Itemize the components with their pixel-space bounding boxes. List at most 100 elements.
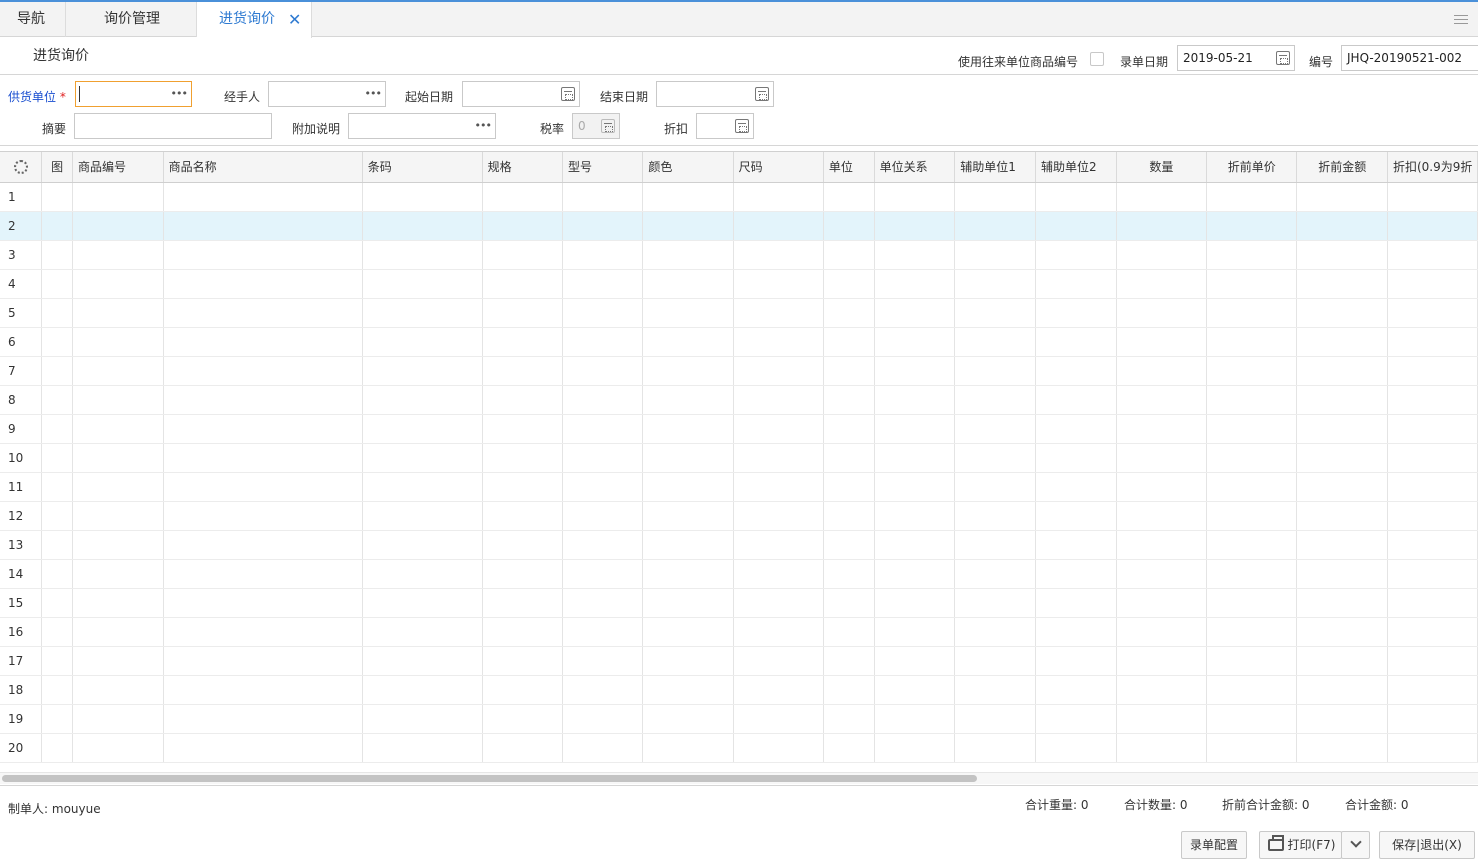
summary-input[interactable] (74, 113, 272, 139)
grid-cell[interactable] (1296, 472, 1388, 502)
grid-cell[interactable] (562, 269, 644, 299)
grid-cell[interactable] (562, 559, 644, 589)
table-row[interactable]: 14 (0, 559, 1478, 589)
grid-cell[interactable] (482, 414, 564, 444)
grid-cell[interactable] (642, 646, 734, 676)
grid-cell[interactable] (1035, 675, 1117, 705)
grid-cell[interactable] (362, 327, 483, 357)
grid-cell[interactable] (1387, 472, 1478, 502)
use-unit-code-checkbox[interactable] (1090, 52, 1104, 66)
grid-cell[interactable] (823, 211, 875, 241)
grid-cell[interactable] (874, 182, 956, 212)
grid-cell[interactable] (823, 646, 875, 676)
grid-cell[interactable] (482, 646, 564, 676)
grid-cell[interactable] (72, 675, 164, 705)
grid-cell[interactable] (1296, 530, 1388, 560)
grid-cell[interactable] (362, 675, 483, 705)
grid-cell[interactable] (72, 588, 164, 618)
grid-cell[interactable] (362, 530, 483, 560)
grid-cell[interactable] (954, 356, 1037, 386)
grid-cell[interactable] (163, 269, 363, 299)
grid-cell[interactable] (874, 530, 956, 560)
grid-cell[interactable] (733, 588, 824, 618)
grid-cell[interactable] (823, 559, 875, 589)
grid-cell[interactable] (954, 182, 1037, 212)
grid-cell[interactable] (823, 385, 875, 415)
column-header[interactable]: 型号 (562, 152, 644, 183)
grid-cell[interactable] (41, 385, 74, 415)
grid-cell[interactable] (733, 385, 824, 415)
grid-cell[interactable] (163, 733, 363, 763)
grid-cell[interactable] (163, 646, 363, 676)
grid-cell[interactable] (1035, 559, 1117, 589)
grid-cell[interactable] (1116, 617, 1207, 647)
grid-cell[interactable] (1035, 617, 1117, 647)
grid-cell[interactable] (41, 443, 74, 473)
grid-cell[interactable] (1296, 356, 1388, 386)
grid-cell[interactable] (163, 240, 363, 270)
grid-cell[interactable] (562, 443, 644, 473)
grid-cell[interactable] (482, 530, 564, 560)
table-row[interactable]: 19 (0, 704, 1478, 734)
grid-cell[interactable] (954, 530, 1037, 560)
grid-cell[interactable] (874, 501, 956, 531)
grid-cell[interactable] (1296, 617, 1388, 647)
grid-cell[interactable] (482, 704, 564, 734)
table-row[interactable]: 20 (0, 733, 1478, 763)
grid-cell[interactable] (642, 617, 734, 647)
grid-cell[interactable] (562, 385, 644, 415)
grid-cell[interactable] (41, 646, 74, 676)
grid-cell[interactable] (72, 356, 164, 386)
table-row[interactable]: 11 (0, 472, 1478, 502)
grid-cell[interactable] (41, 298, 74, 328)
grid-cell[interactable] (362, 704, 483, 734)
grid-cell[interactable] (874, 559, 956, 589)
column-header[interactable]: 折前金额 (1296, 152, 1388, 183)
grid-cell[interactable] (1387, 211, 1478, 241)
grid-cell[interactable] (362, 559, 483, 589)
grid-cell[interactable] (163, 414, 363, 444)
grid-cell[interactable] (562, 646, 644, 676)
table-row[interactable]: 16 (0, 617, 1478, 647)
grid-cell[interactable] (482, 443, 564, 473)
grid-cell[interactable] (41, 733, 74, 763)
column-header[interactable]: 商品编号 (72, 152, 164, 183)
grid-cell[interactable] (954, 414, 1037, 444)
table-row[interactable]: 7 (0, 356, 1478, 386)
grid-cell[interactable] (954, 559, 1037, 589)
grid-cell[interactable] (41, 269, 74, 299)
grid-cell[interactable] (1387, 588, 1478, 618)
grid-cell[interactable] (482, 501, 564, 531)
grid-cell[interactable] (72, 298, 164, 328)
scrollbar-thumb[interactable] (2, 775, 977, 782)
grid-cell[interactable] (163, 443, 363, 473)
column-header[interactable]: 单位 (823, 152, 875, 183)
supplier-input[interactable]: ••• (75, 81, 192, 107)
grid-cell[interactable] (1116, 385, 1207, 415)
grid-cell[interactable] (1035, 704, 1117, 734)
column-header[interactable]: 图 (41, 152, 74, 183)
grid-cell[interactable] (1116, 356, 1207, 386)
grid-cell[interactable] (954, 240, 1037, 270)
grid-cell[interactable] (874, 617, 956, 647)
grid-cell[interactable] (733, 269, 824, 299)
grid-cell[interactable] (874, 646, 956, 676)
grid-cell[interactable] (1035, 240, 1117, 270)
grid-cell[interactable] (1296, 385, 1388, 415)
grid-cell[interactable] (362, 356, 483, 386)
column-header[interactable]: 辅助单位2 (1035, 152, 1117, 183)
column-header[interactable]: 折前单价 (1206, 152, 1298, 183)
grid-cell[interactable] (1206, 733, 1298, 763)
grid-cell[interactable] (874, 704, 956, 734)
grid-cell[interactable] (362, 414, 483, 444)
grid-cell[interactable] (1387, 443, 1478, 473)
grid-cell[interactable] (1206, 269, 1298, 299)
grid-cell[interactable] (874, 588, 956, 618)
horizontal-scrollbar[interactable] (0, 772, 1478, 784)
grid-cell[interactable] (874, 385, 956, 415)
grid-cell[interactable] (874, 472, 956, 502)
grid-cell[interactable] (642, 675, 734, 705)
grid-cell[interactable] (823, 182, 875, 212)
grid-cell[interactable] (874, 675, 956, 705)
save-exit-button[interactable]: 保存|退出(X) (1379, 831, 1475, 859)
